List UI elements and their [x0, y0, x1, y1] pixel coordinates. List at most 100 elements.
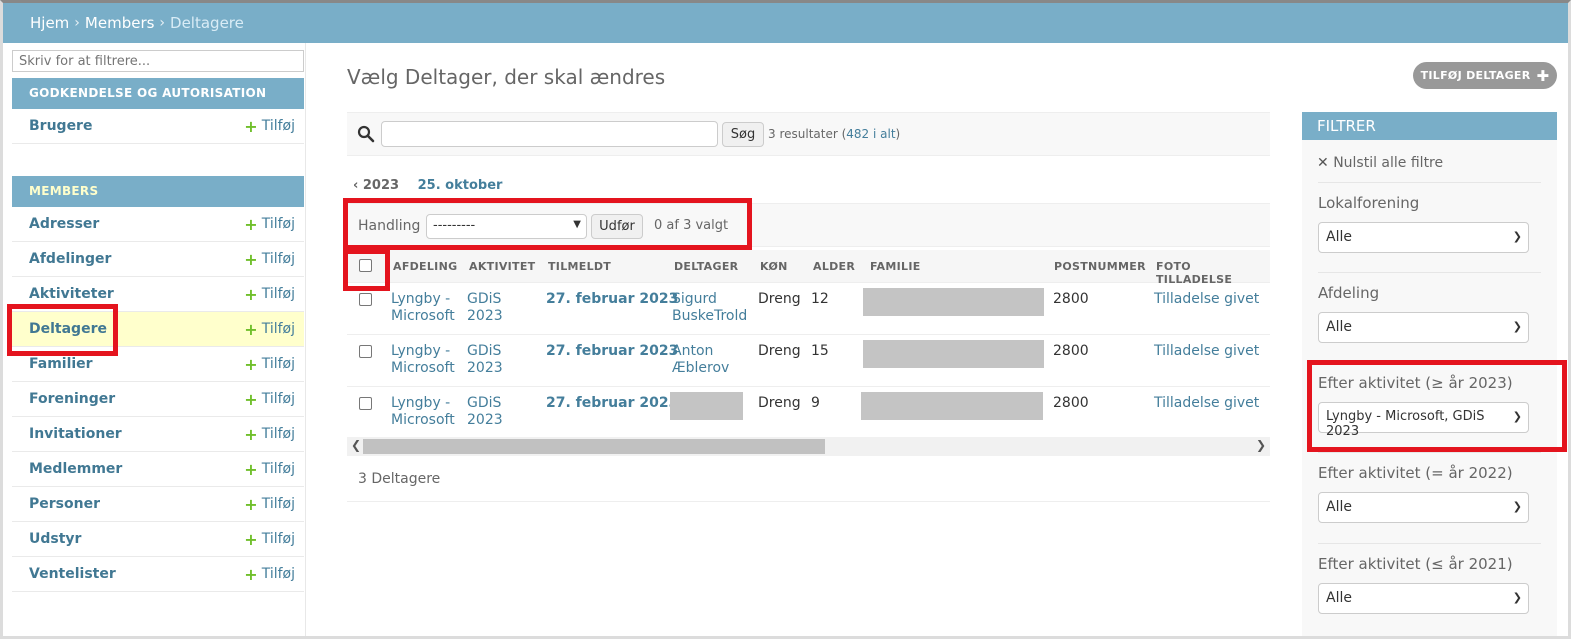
afdeling-link[interactable]: Lyngby - Microsoft [391, 343, 455, 377]
module-caption[interactable]: GODKENDELSE OG AUTORISATION [12, 78, 304, 109]
sidebar-item-label[interactable]: Foreninger [29, 391, 115, 407]
divider [1318, 272, 1541, 273]
sidebar-item-brugere[interactable]: Brugere + Tilføj [12, 109, 304, 144]
add-link[interactable]: + Tilføj [244, 565, 295, 584]
add-link-label: Tilføj [261, 286, 295, 302]
foto-link[interactable]: Tilladelse givet [1154, 343, 1259, 360]
sidebar-item-udstyr[interactable]: Udstyr + Tilføj [12, 522, 304, 557]
deltager-link[interactable]: Anton Æblerov [672, 343, 729, 377]
action-select-value: --------- [433, 218, 476, 233]
add-link[interactable]: + Tilføj [244, 320, 295, 339]
filter-select[interactable]: Alle ❯ [1318, 312, 1529, 343]
sidebar-item-label[interactable]: Familier [29, 356, 93, 372]
tilmeldt-link[interactable]: 27. februar 2023 [546, 343, 678, 360]
add-link[interactable]: + Tilføj [244, 425, 295, 444]
chevron-right-icon[interactable]: ❯ [1256, 438, 1266, 452]
search-input[interactable] [381, 121, 718, 147]
module-caption[interactable]: MEMBERS [12, 176, 304, 207]
column-header[interactable]: AKTIVITET [469, 260, 535, 273]
foto-link[interactable]: Tilladelse givet [1154, 395, 1259, 412]
filter-select-value: Lyngby - Microsoft, GDiS 2023 [1326, 409, 1485, 439]
filter-select[interactable]: Lyngby - Microsoft, GDiS 2023 ❯ [1318, 402, 1529, 439]
column-header[interactable]: AFDELING [393, 260, 457, 273]
column-header[interactable]: KØN [760, 260, 788, 273]
afdeling-link[interactable]: Lyngby - Microsoft [391, 395, 455, 429]
row-checkbox[interactable] [359, 293, 372, 306]
aktivitet-link[interactable]: GDiS 2023 [467, 343, 503, 377]
add-link[interactable]: + Tilføj [244, 495, 295, 514]
filter-lokalforening: Lokalforening Alle ❯ [1318, 194, 1543, 253]
sidebar-item-label[interactable]: Afdelinger [29, 251, 111, 267]
add-link[interactable]: + Tilføj [244, 285, 295, 304]
sidebar-item-label[interactable]: Invitationer [29, 426, 122, 442]
sidebar-item-label[interactable]: Deltagere [29, 321, 107, 337]
filter-select[interactable]: Alle ❯ [1318, 583, 1529, 614]
add-link-label: Tilføj [261, 251, 295, 267]
sidebar-item-ventelister[interactable]: Ventelister + Tilføj [12, 557, 304, 592]
chevron-left-icon[interactable]: ❮ [351, 438, 361, 452]
sidebar-item-label[interactable]: Ventelister [29, 566, 116, 582]
show-all-link[interactable]: 482 i alt [846, 127, 895, 141]
add-deltager-button[interactable]: TILFØJ DELTAGER ✚ [1413, 62, 1557, 89]
tilmeldt-link[interactable]: 27. februar 2023 [546, 395, 678, 412]
column-header[interactable]: DELTAGER [674, 260, 738, 273]
sidebar-item-label[interactable]: Brugere [29, 118, 92, 134]
breadcrumb-members[interactable]: Members [85, 14, 155, 32]
add-link[interactable]: + Tilføj [244, 250, 295, 269]
sidebar-filter-input[interactable] [12, 50, 304, 72]
column-header[interactable]: TILMELDT [548, 260, 611, 273]
add-link[interactable]: + Tilføj [244, 355, 295, 374]
sidebar-item-deltagere[interactable]: Deltagere + Tilføj [12, 312, 304, 347]
afdeling-line: Microsoft [391, 360, 455, 376]
filter-title: FILTRER [1302, 112, 1557, 140]
foto-link[interactable]: Tilladelse givet [1154, 291, 1259, 308]
sidebar-item-label[interactable]: Medlemmer [29, 461, 122, 477]
deltager-link[interactable]: Sigurd BuskeTrold [672, 291, 747, 325]
add-link[interactable]: + Tilføj [244, 215, 295, 234]
sidebar-item-aktiviteter[interactable]: Aktiviteter + Tilføj [12, 277, 304, 312]
add-link[interactable]: + Tilføj [244, 390, 295, 409]
sidebar-item-familier[interactable]: Familier + Tilføj [12, 347, 304, 382]
column-header[interactable]: POSTNUMMER [1054, 260, 1146, 273]
sidebar-item-personer[interactable]: Personer + Tilføj [12, 487, 304, 522]
plus-icon: + [244, 319, 258, 339]
row-checkbox[interactable] [359, 397, 372, 410]
column-header[interactable]: ALDER [813, 260, 855, 273]
sidebar-item-afdelinger[interactable]: Afdelinger + Tilføj [12, 242, 304, 277]
filter-afdeling: Afdeling Alle ❯ [1318, 284, 1543, 343]
alder-cell: 15 [811, 343, 829, 359]
date-back-link[interactable]: ‹ 2023 [353, 178, 399, 193]
sidebar-item-label[interactable]: Aktiviteter [29, 286, 114, 302]
reset-filters-link[interactable]: ✕ Nulstil alle filtre [1317, 155, 1443, 171]
sidebar-item-medlemmer[interactable]: Medlemmer + Tilføj [12, 452, 304, 487]
add-link[interactable]: + Tilføj [244, 460, 295, 479]
sidebar-item-foreninger[interactable]: Foreninger + Tilføj [12, 382, 304, 417]
aktivitet-link[interactable]: GDiS 2023 [467, 291, 503, 325]
sidebar-item-invitationer[interactable]: Invitationer + Tilføj [12, 417, 304, 452]
alder-cell: 9 [811, 395, 820, 411]
add-link[interactable]: + Tilføj [244, 117, 295, 136]
action-select[interactable]: --------- ▼ [426, 214, 587, 239]
scrollbar-thumb[interactable] [363, 439, 825, 454]
select-all-checkbox[interactable] [359, 259, 372, 272]
sidebar-item-adresser[interactable]: Adresser + Tilføj [12, 207, 304, 242]
run-action-button[interactable]: Udfør [591, 214, 643, 239]
filter-select[interactable]: Alle ❯ [1318, 222, 1529, 253]
add-link-label: Tilføj [261, 531, 295, 547]
date-day-link[interactable]: 25. oktober [418, 178, 503, 193]
add-link[interactable]: + Tilføj [244, 530, 295, 549]
afdeling-link[interactable]: Lyngby - Microsoft [391, 291, 455, 325]
horizontal-scrollbar[interactable]: ❮ ❯ [347, 437, 1270, 456]
aktivitet-line: GDiS [467, 395, 502, 411]
sidebar-item-label[interactable]: Adresser [29, 216, 99, 232]
search-bar: Søg 3 resultater (482 i alt) [347, 112, 1270, 156]
sidebar-item-label[interactable]: Personer [29, 496, 100, 512]
column-header[interactable]: FAMILIE [870, 260, 921, 273]
tilmeldt-link[interactable]: 27. februar 2023 [546, 291, 678, 308]
search-button[interactable]: Søg [722, 122, 764, 147]
sidebar-item-label[interactable]: Udstyr [29, 531, 81, 547]
filter-select[interactable]: Alle ❯ [1318, 492, 1529, 523]
aktivitet-link[interactable]: GDiS 2023 [467, 395, 503, 429]
breadcrumb-home[interactable]: Hjem [30, 14, 69, 32]
row-checkbox[interactable] [359, 345, 372, 358]
